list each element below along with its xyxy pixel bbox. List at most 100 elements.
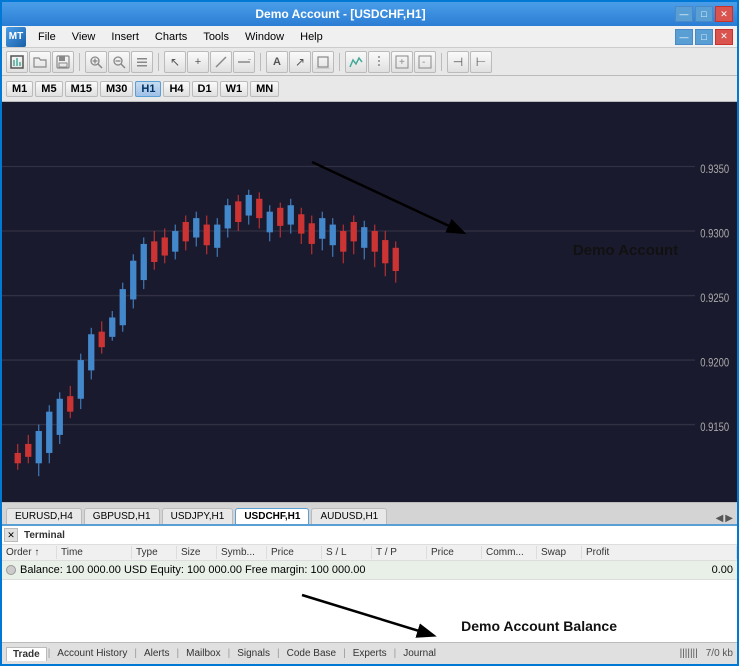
bottom-tab-experts[interactable]: Experts bbox=[347, 647, 393, 660]
bottom-tab-signals[interactable]: Signals bbox=[231, 647, 276, 660]
separator-5 bbox=[441, 53, 442, 71]
balance-indicator bbox=[6, 565, 16, 575]
hline-button[interactable]: — bbox=[233, 51, 255, 73]
th-tp: T / P bbox=[372, 546, 427, 559]
th-price: Price bbox=[267, 546, 322, 559]
svg-text:+: + bbox=[399, 57, 405, 68]
tf-d1[interactable]: D1 bbox=[192, 81, 218, 97]
th-size: Size bbox=[177, 546, 217, 559]
sep-7: | bbox=[394, 648, 397, 659]
zoom-out-button[interactable] bbox=[108, 51, 130, 73]
line-button[interactable] bbox=[210, 51, 232, 73]
arrow-button[interactable]: ↗ bbox=[289, 51, 311, 73]
window-controls: — □ ✕ bbox=[675, 6, 733, 22]
table-header: Order ↑ Time Type Size Symb... Price S /… bbox=[2, 545, 737, 561]
chart-zoom-in[interactable]: + bbox=[391, 51, 413, 73]
svg-text:0.9350: 0.9350 bbox=[700, 163, 729, 176]
bottom-tab-codebase[interactable]: Code Base bbox=[281, 647, 342, 660]
bottom-tab-trade[interactable]: Trade bbox=[6, 647, 47, 661]
status-storage: 7/0 kb bbox=[706, 648, 733, 659]
toolbar-group-6: ⊣ ⊢ bbox=[447, 51, 492, 73]
status-bars: ||||||| bbox=[680, 648, 698, 659]
chart-tabs-next[interactable]: ▶ bbox=[725, 513, 733, 524]
chart-tab-usdjpy[interactable]: USDJPY,H1 bbox=[162, 508, 234, 524]
chart-area[interactable]: 0.9350 0.9300 0.9250 0.9200 0.9150 Demo … bbox=[2, 102, 737, 502]
tf-m15[interactable]: M15 bbox=[65, 81, 98, 97]
terminal-close-button[interactable]: ✕ bbox=[4, 528, 18, 542]
shapes-button[interactable] bbox=[312, 51, 334, 73]
maximize-button[interactable]: □ bbox=[695, 6, 713, 22]
svg-text:0.9150: 0.9150 bbox=[700, 421, 729, 434]
inner-restore-button[interactable]: □ bbox=[695, 29, 713, 45]
new-chart-button[interactable] bbox=[6, 51, 28, 73]
tf-m5[interactable]: M5 bbox=[35, 81, 62, 97]
menu-view[interactable]: View bbox=[64, 29, 104, 45]
chart-back-button[interactable]: ⊣ bbox=[447, 51, 469, 73]
th-price2: Price bbox=[427, 546, 482, 559]
menu-bar: MT File View Insert Charts Tools Window … bbox=[2, 26, 737, 48]
inner-close-button[interactable]: ✕ bbox=[715, 29, 733, 45]
save-button[interactable] bbox=[52, 51, 74, 73]
bottom-tab-alerts[interactable]: Alerts bbox=[138, 647, 176, 660]
svg-text:0.9200: 0.9200 bbox=[700, 357, 729, 370]
separator-2 bbox=[158, 53, 159, 71]
balance-arrow-svg bbox=[2, 580, 737, 642]
inner-minimize-button[interactable]: — bbox=[675, 29, 693, 45]
chart-fwd-button[interactable]: ⊢ bbox=[470, 51, 492, 73]
toolbar-group-5: + - bbox=[345, 51, 436, 73]
toolbar-group-2 bbox=[85, 51, 153, 73]
properties-button[interactable] bbox=[131, 51, 153, 73]
svg-text:0.9300: 0.9300 bbox=[700, 228, 729, 241]
chart-zoom-out[interactable]: - bbox=[414, 51, 436, 73]
chart-svg: 0.9350 0.9300 0.9250 0.9200 0.9150 bbox=[2, 102, 737, 502]
terminal-panel: ✕ Terminal Order ↑ Time Type Size Symb..… bbox=[2, 524, 737, 664]
period-sep-button[interactable] bbox=[368, 51, 390, 73]
tf-w1[interactable]: W1 bbox=[220, 81, 249, 97]
tf-m30[interactable]: M30 bbox=[100, 81, 133, 97]
menu-help[interactable]: Help bbox=[292, 29, 331, 45]
sep-4: | bbox=[228, 648, 231, 659]
sep-2: | bbox=[134, 648, 137, 659]
minimize-button[interactable]: — bbox=[675, 6, 693, 22]
sep-1: | bbox=[48, 648, 51, 659]
svg-text:0.9250: 0.9250 bbox=[700, 292, 729, 305]
demo-account-label: Demo Account bbox=[573, 242, 678, 259]
tf-m1[interactable]: M1 bbox=[6, 81, 33, 97]
close-button[interactable]: ✕ bbox=[715, 6, 733, 22]
zoom-in-button[interactable] bbox=[85, 51, 107, 73]
sep-5: | bbox=[277, 648, 280, 659]
chart-tab-audusd[interactable]: AUDUSD,H1 bbox=[311, 508, 387, 524]
menu-file[interactable]: File bbox=[30, 29, 64, 45]
menu-tools[interactable]: Tools bbox=[195, 29, 237, 45]
menu-window[interactable]: Window bbox=[237, 29, 292, 45]
window-title: Demo Account - [USDCHF,H1] bbox=[6, 7, 675, 21]
balance-row: Balance: 100 000.00 USD Equity: 100 000.… bbox=[2, 561, 737, 580]
demo-balance-label: Demo Account Balance bbox=[461, 618, 617, 634]
status-bar: ||||||| 7/0 kb bbox=[680, 648, 733, 659]
app-icon: MT bbox=[6, 27, 26, 47]
chart-tab-gbpusd[interactable]: GBPUSD,H1 bbox=[84, 508, 160, 524]
text-button[interactable]: A bbox=[266, 51, 288, 73]
chart-tab-eurusd[interactable]: EURUSD,H4 bbox=[6, 508, 82, 524]
terminal-header-row: ✕ Terminal bbox=[2, 526, 737, 545]
chart-tab-usdchf[interactable]: USDCHF,H1 bbox=[235, 508, 309, 524]
th-symbol: Symb... bbox=[217, 546, 267, 559]
cursor-button[interactable]: ↖ bbox=[164, 51, 186, 73]
tf-h4[interactable]: H4 bbox=[163, 81, 189, 97]
chart-tabs-prev[interactable]: ◀ bbox=[716, 513, 724, 524]
bottom-tab-mailbox[interactable]: Mailbox bbox=[180, 647, 226, 660]
th-type: Type bbox=[132, 546, 177, 559]
toolbar-group-3: ↖ + — bbox=[164, 51, 255, 73]
tf-h1[interactable]: H1 bbox=[135, 81, 161, 97]
demo-balance-annotation: Demo Account Balance bbox=[461, 618, 617, 634]
timeframe-toolbar: M1 M5 M15 M30 H1 H4 D1 W1 MN bbox=[2, 76, 737, 102]
svg-text:-: - bbox=[422, 57, 425, 68]
open-button[interactable] bbox=[29, 51, 51, 73]
tf-mn[interactable]: MN bbox=[250, 81, 279, 97]
bottom-tab-journal[interactable]: Journal bbox=[397, 647, 442, 660]
indicator-button[interactable] bbox=[345, 51, 367, 73]
crosshair-button[interactable]: + bbox=[187, 51, 209, 73]
menu-insert[interactable]: Insert bbox=[103, 29, 147, 45]
menu-charts[interactable]: Charts bbox=[147, 29, 195, 45]
bottom-tab-account-history[interactable]: Account History bbox=[51, 647, 133, 660]
